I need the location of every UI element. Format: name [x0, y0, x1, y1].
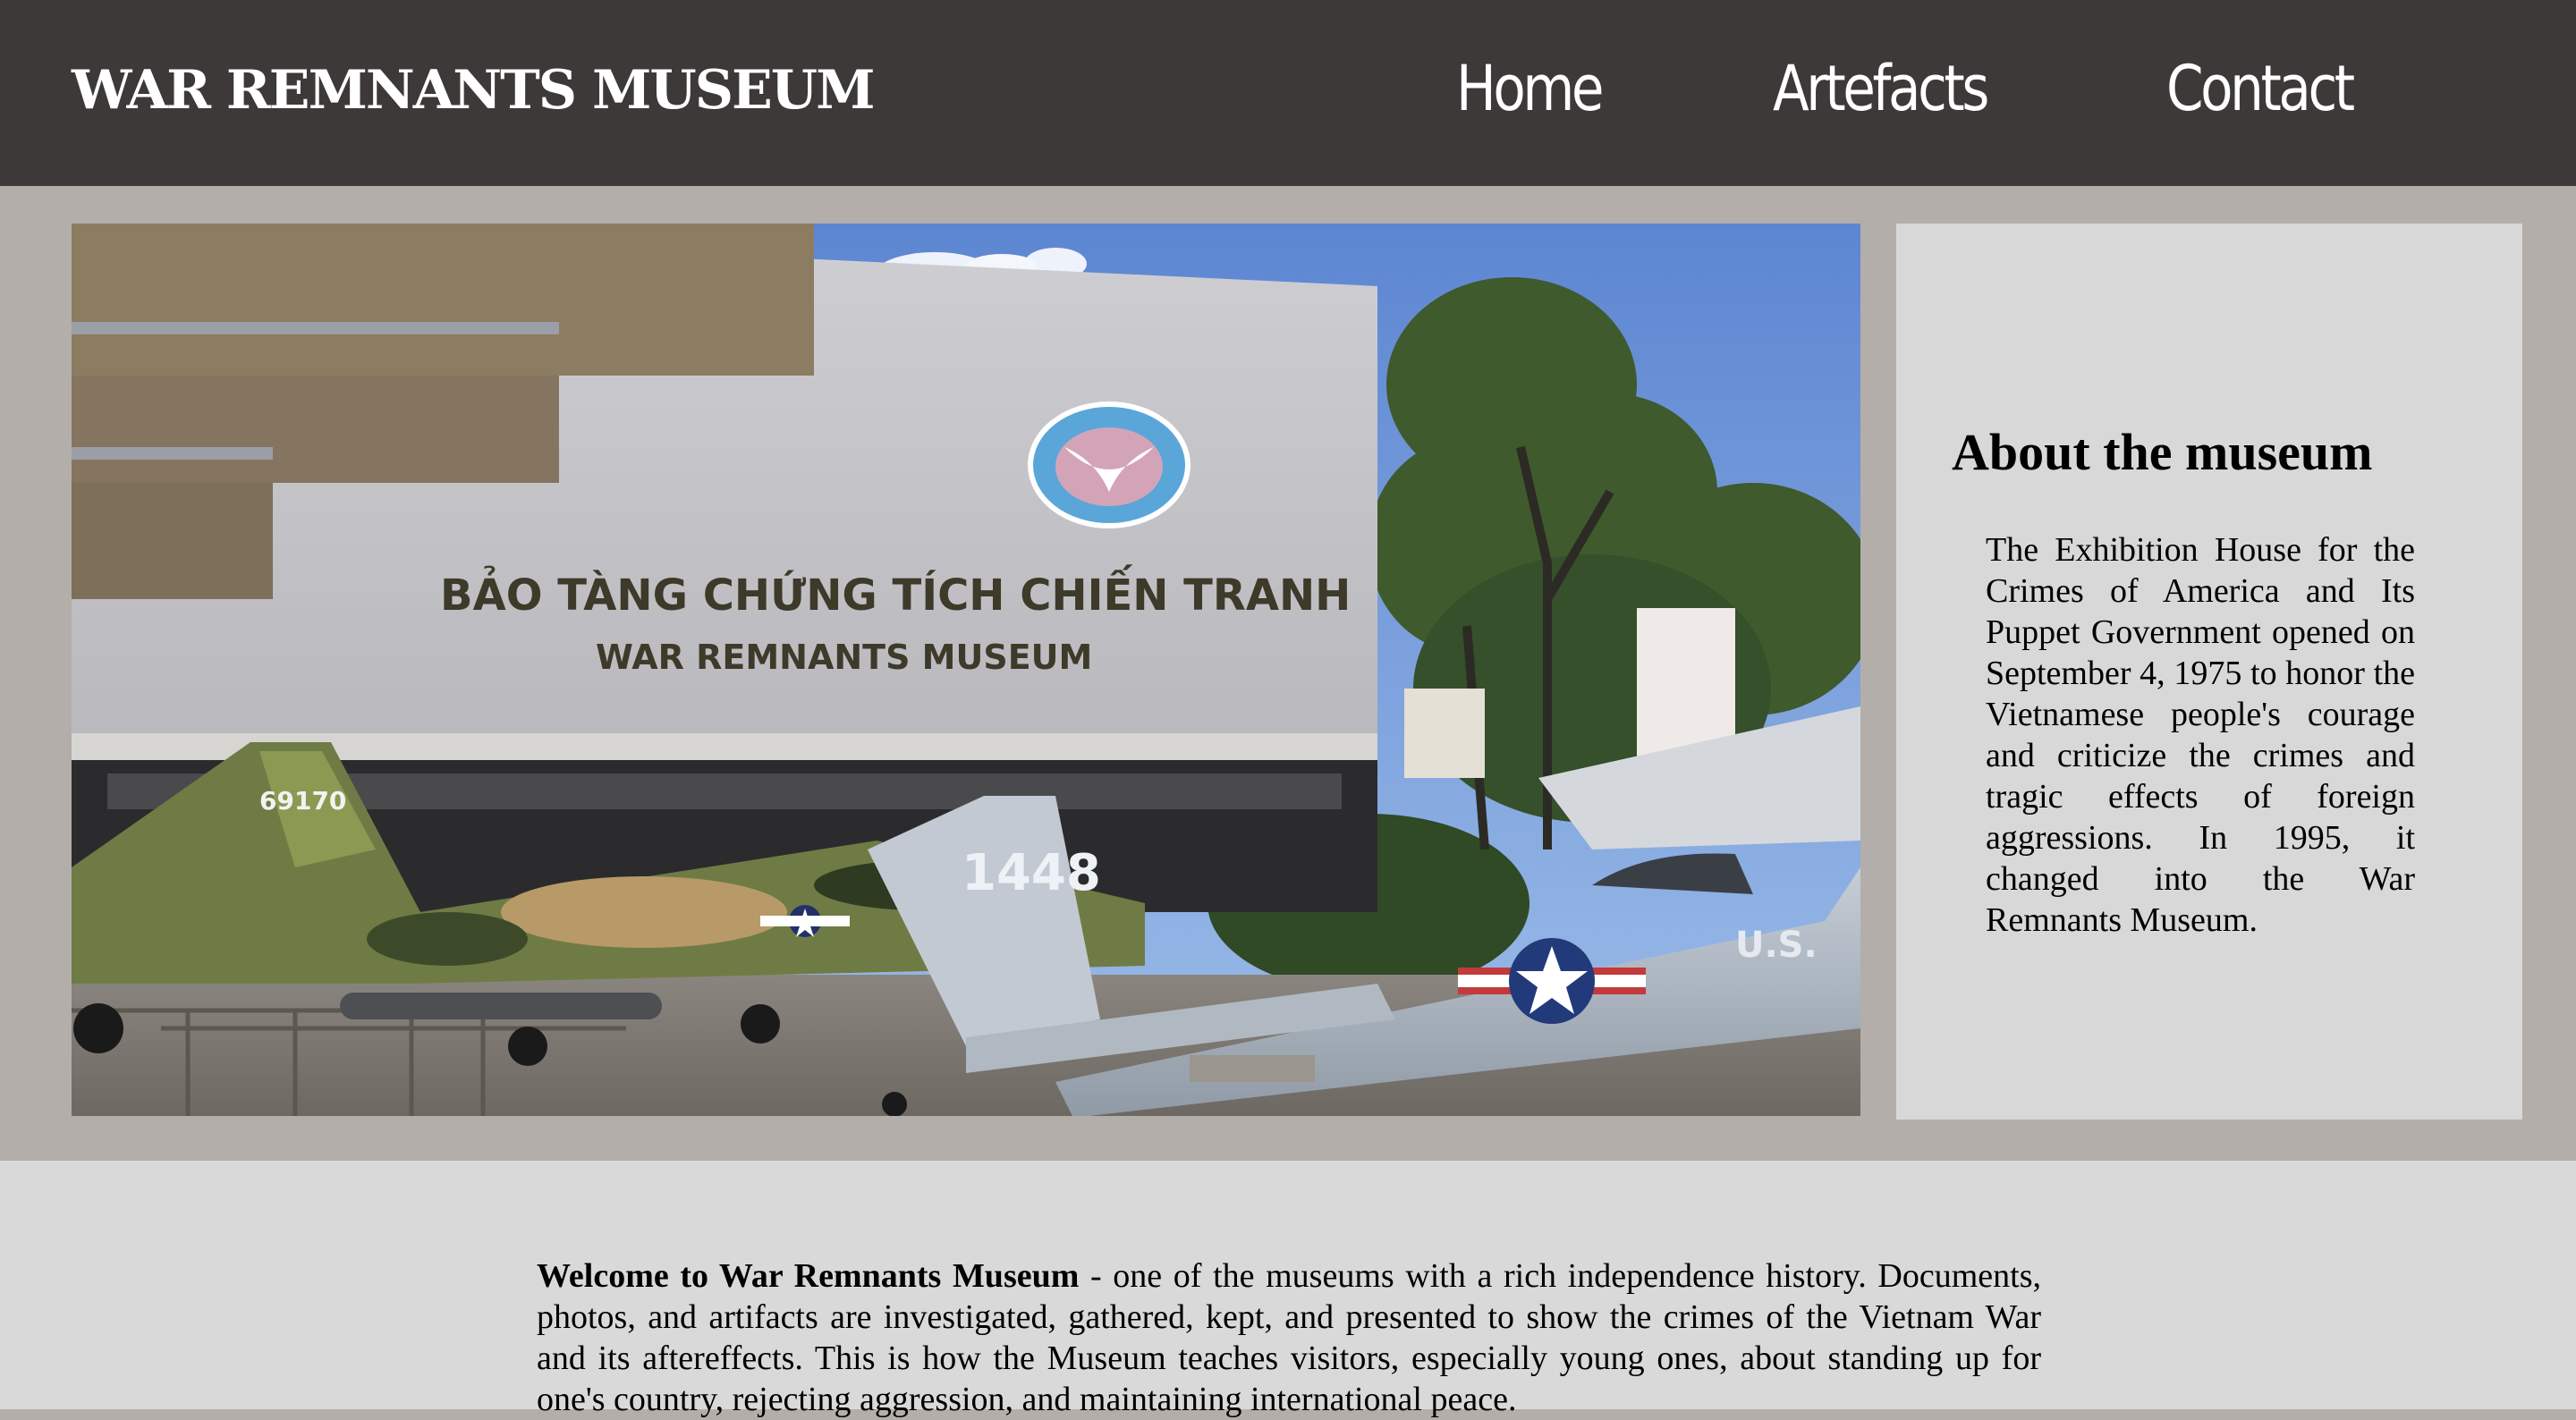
- about-panel: About the museum The Exhibition House fo…: [1896, 224, 2522, 1120]
- aircraft-marking: U.S.: [1735, 925, 1818, 966]
- about-text: The Exhibition House for the Crimes of A…: [1986, 531, 2415, 939]
- nav-home-link[interactable]: Home: [1456, 52, 1605, 125]
- aircraft-tail-number-1: 69170: [259, 786, 346, 816]
- welcome-paragraph: Welcome to War Remnants Museum - one of …: [537, 1255, 2041, 1420]
- nav-artefacts-link[interactable]: Artefacts: [1773, 52, 1989, 125]
- site-header: WAR REMNANTS MUSEUM Home Artefacts Conta…: [0, 0, 2576, 186]
- site-title[interactable]: WAR REMNANTS MUSEUM: [72, 59, 876, 122]
- building-sign-line2: WAR REMNANTS MUSEUM: [596, 638, 1092, 677]
- building-sign-line1: BẢO TÀNG CHỨNG TÍCH CHIẾN TRANH: [440, 564, 1351, 621]
- about-heading: About the museum: [1952, 423, 2373, 481]
- aircraft-tail-number-2: 1448: [962, 844, 1101, 902]
- welcome-section: Welcome to War Remnants Museum - one of …: [0, 1161, 2576, 1418]
- nav-contact-link[interactable]: Contact: [2166, 52, 2355, 125]
- hero-image: BẢO TÀNG CHỨNG TÍCH CHIẾN TRANH WAR REMN…: [72, 224, 1860, 1116]
- welcome-lead: Welcome to War Remnants Museum: [537, 1257, 1080, 1295]
- museum-photo: BẢO TÀNG CHỨNG TÍCH CHIẾN TRANH WAR REMN…: [72, 224, 1860, 1116]
